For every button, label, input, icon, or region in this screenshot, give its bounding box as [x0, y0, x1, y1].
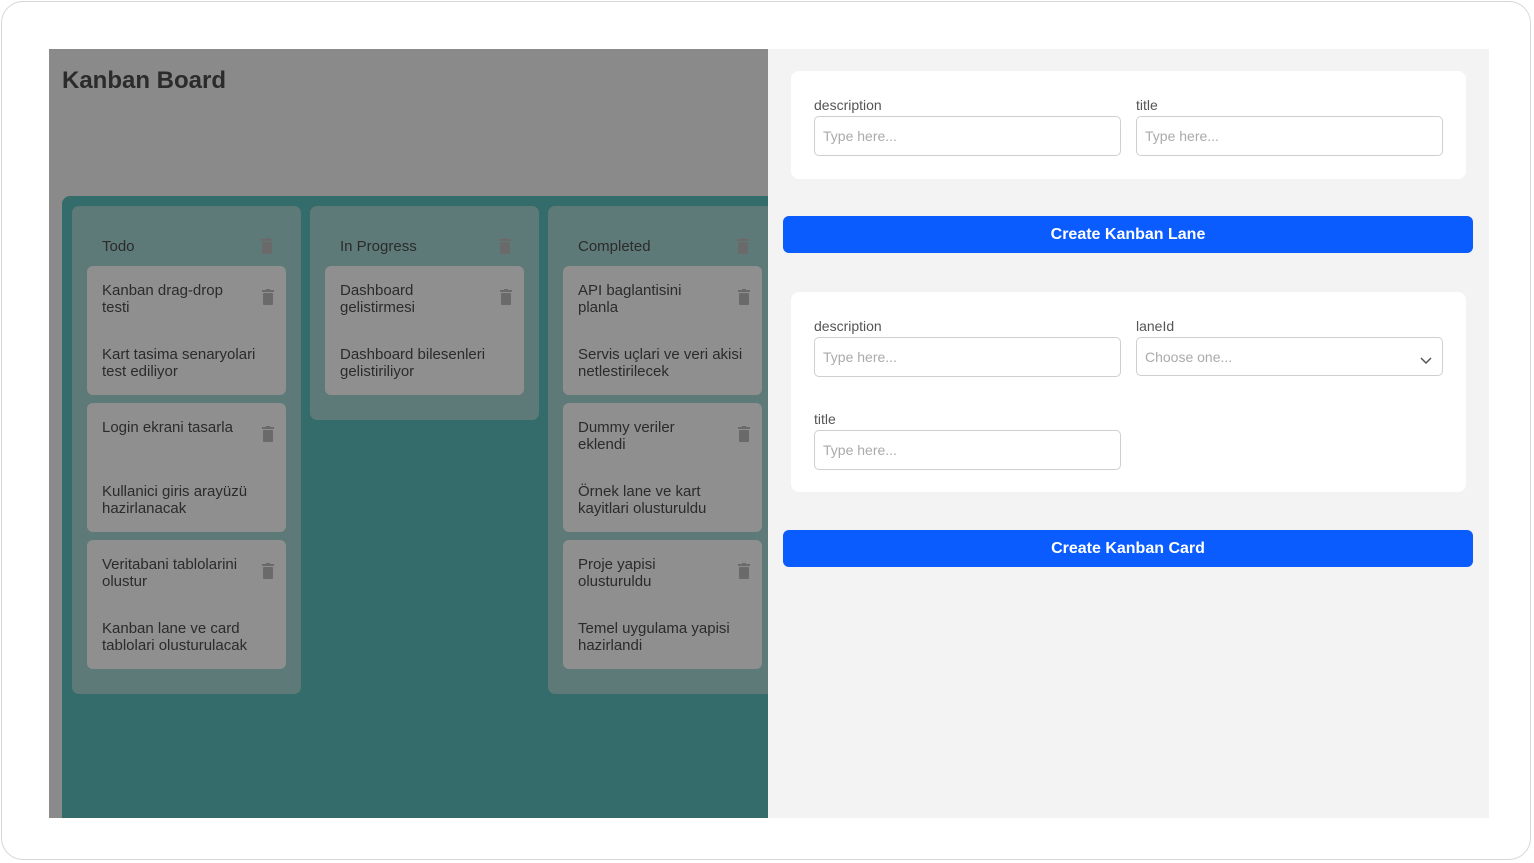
card-form: description laneId Choose one... title: [791, 292, 1466, 492]
description-label: description: [814, 318, 882, 334]
lane-title: Completed: [578, 238, 651, 255]
lane-header: Todo: [72, 206, 301, 266]
lane-title: In Progress: [340, 238, 417, 255]
trash-icon[interactable]: [261, 238, 273, 254]
kanban-card[interactable]: Kanban drag-drop testi Kart tasima senar…: [87, 266, 286, 395]
card-description-input[interactable]: [814, 337, 1121, 377]
title-label: title: [814, 411, 836, 427]
app-viewport: Kanban Board Todo Kanban drag-drop testi: [49, 49, 1489, 818]
lane-title-input[interactable]: [1136, 116, 1443, 156]
window-frame: Kanban Board Todo Kanban drag-drop testi: [1, 1, 1531, 860]
lane-header: Completed: [548, 206, 768, 266]
trash-icon[interactable]: [738, 563, 750, 579]
create-card-button[interactable]: Create Kanban Card: [783, 530, 1473, 567]
kanban-card[interactable]: Dummy veriler eklendi Örnek lane ve kart…: [563, 403, 762, 532]
lanes-container: Todo Kanban drag-drop testi Kart tasima …: [62, 196, 768, 818]
trash-icon[interactable]: [500, 289, 512, 305]
kanban-card[interactable]: API baglantisini planla Servis uçlari ve…: [563, 266, 762, 395]
trash-icon[interactable]: [737, 238, 749, 254]
card-title: Login ekrani tasarla: [102, 419, 233, 436]
create-panel: description title Create Kanban Lane des…: [768, 49, 1489, 818]
trash-icon[interactable]: [262, 426, 274, 442]
create-lane-button[interactable]: Create Kanban Lane: [783, 216, 1473, 253]
trash-icon[interactable]: [262, 563, 274, 579]
card-description: Temel uygulama yapisi hazirlandi: [578, 620, 730, 654]
lane-header: In Progress: [310, 206, 539, 266]
kanban-card[interactable]: Proje yapisi olusturuldu Temel uygulama …: [563, 540, 762, 669]
card-title: Proje yapisi olusturuldu: [578, 556, 656, 590]
lane-id-label: laneId: [1136, 318, 1175, 334]
card-description: Kullanici giris arayüzü hazirlanacak: [102, 483, 248, 517]
lane-completed: Completed API baglantisini planla Servis…: [548, 206, 768, 694]
trash-icon[interactable]: [738, 426, 750, 442]
chevron-down-icon: [1420, 352, 1432, 370]
trash-icon[interactable]: [499, 238, 511, 254]
title-label: title: [1136, 97, 1158, 113]
card-description: Kanban lane ve card tablolari olusturula…: [102, 620, 248, 654]
card-title-input[interactable]: [814, 430, 1121, 470]
lane-form: description title: [791, 71, 1466, 179]
card-title: Dummy veriler eklendi: [578, 419, 675, 453]
card-title: Veritabani tablolarini olustur: [102, 556, 238, 590]
page-title: Kanban Board: [62, 67, 227, 94]
card-description: Servis uçlari ve veri akisi netlestirile…: [578, 346, 743, 380]
kanban-card[interactable]: Login ekrani tasarla Kullanici giris ara…: [87, 403, 286, 532]
card-title: Dashboard gelistirmesi: [340, 282, 416, 316]
card-title: Kanban drag-drop testi: [102, 282, 223, 316]
card-title: API baglantisini planla: [578, 282, 682, 316]
kanban-card[interactable]: Dashboard gelistirmesi Dashboard bilesen…: [325, 266, 524, 395]
card-description: Kart tasima senaryolari test ediliyor: [102, 346, 256, 380]
trash-icon[interactable]: [738, 289, 750, 305]
lane-title: Todo: [102, 238, 135, 255]
card-description: Örnek lane ve kart kayitlari olusturuldu: [578, 483, 707, 517]
kanban-card[interactable]: Veritabani tablolarini olustur Kanban la…: [87, 540, 286, 669]
lane-todo: Todo Kanban drag-drop testi Kart tasima …: [72, 206, 301, 694]
kanban-board: Kanban Board Todo Kanban drag-drop testi: [49, 49, 768, 818]
select-placeholder: Choose one...: [1145, 349, 1233, 365]
lane-in-progress: In Progress Dashboard gelistirmesi Dashb…: [310, 206, 539, 420]
description-label: description: [814, 97, 882, 113]
lane-id-select[interactable]: Choose one...: [1136, 337, 1443, 376]
trash-icon[interactable]: [262, 289, 274, 305]
lane-description-input[interactable]: [814, 116, 1121, 156]
card-description: Dashboard bilesenleri gelistiriliyor: [340, 346, 486, 380]
